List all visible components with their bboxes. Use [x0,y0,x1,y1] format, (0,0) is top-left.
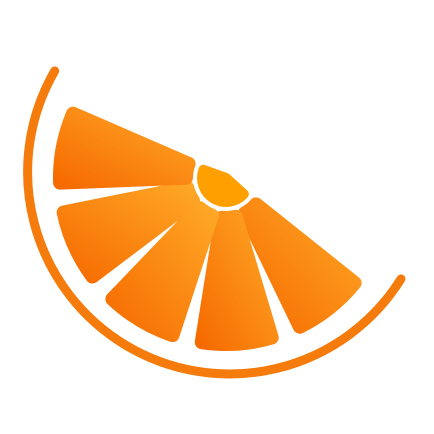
center-wedge [197,164,249,207]
center-core [197,164,249,207]
orange-segment-5 [53,106,196,190]
orange-slice-icon [23,66,406,379]
logo-canvas [0,0,434,434]
segments [53,106,362,351]
